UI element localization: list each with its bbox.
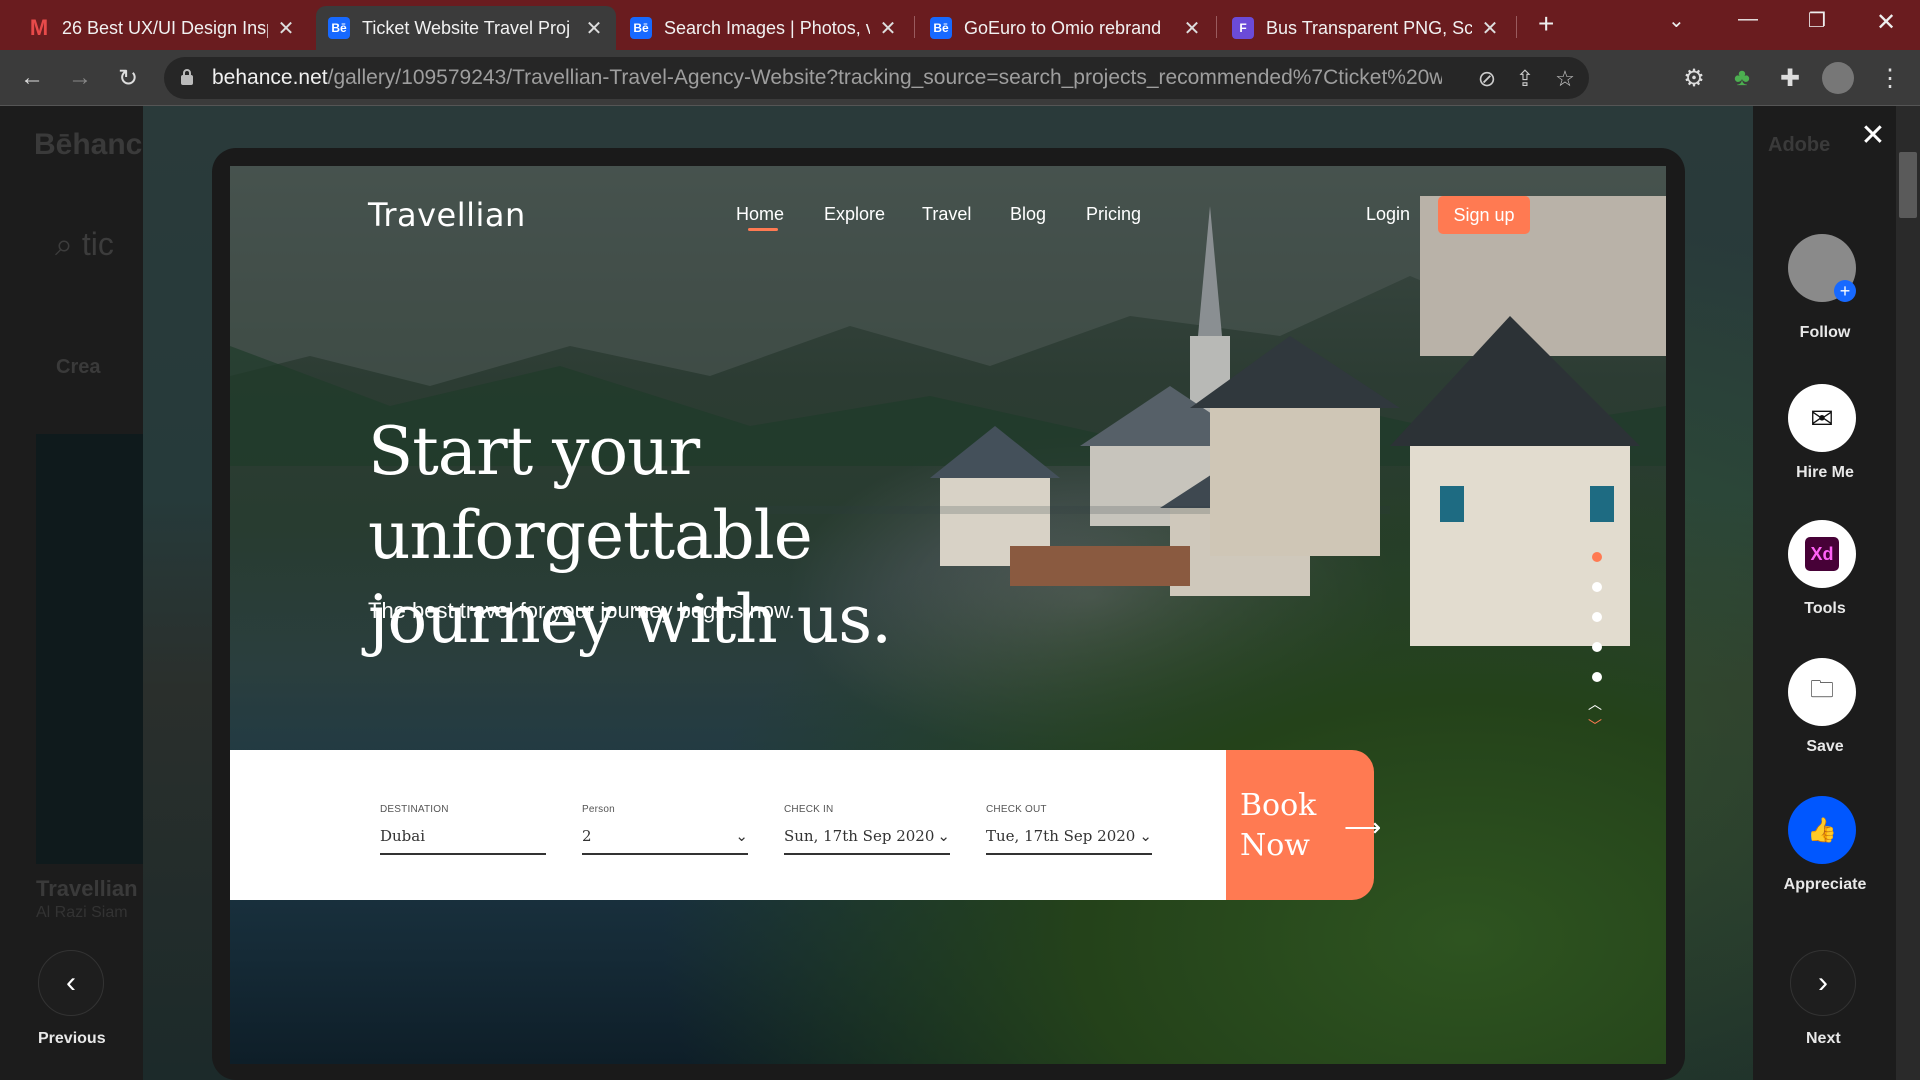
tab-separator xyxy=(914,16,915,38)
nav-blog[interactable]: Blog xyxy=(1010,204,1046,225)
background-create: Crea xyxy=(56,356,101,378)
slider-dot[interactable] xyxy=(1592,672,1602,682)
reload-icon[interactable]: ↻ xyxy=(112,62,144,94)
forward-icon[interactable]: → xyxy=(64,62,96,94)
save-button[interactable]: 🗀 xyxy=(1788,658,1856,726)
tab-gmail[interactable]: M 26 Best UX/UI Design Insp ✕ xyxy=(16,6,308,50)
hire-me-label: Hire Me xyxy=(1796,464,1854,481)
previous-button[interactable]: ‹ xyxy=(38,950,104,1016)
nav-active-indicator xyxy=(748,228,778,231)
chevron-down-icon: ⌄ xyxy=(937,827,950,845)
appreciate-label: Appreciate xyxy=(1783,876,1867,893)
nav-travel[interactable]: Travel xyxy=(922,204,971,225)
tools-button[interactable]: Xd xyxy=(1788,520,1856,588)
lock-icon xyxy=(181,69,193,85)
next-button[interactable]: › xyxy=(1790,950,1856,1016)
house-illustration xyxy=(1190,196,1666,646)
login-link[interactable]: Login xyxy=(1366,204,1410,225)
bookmark-star-icon[interactable]: ☆ xyxy=(1552,66,1578,92)
follow-label[interactable]: Follow xyxy=(1765,324,1885,342)
hero-headline: Start your unforgettable journey with us… xyxy=(368,413,892,658)
eye-off-icon[interactable]: ⊘ xyxy=(1474,66,1500,92)
tab-separator xyxy=(1216,16,1217,38)
chevron-down-icon: ⌄ xyxy=(735,827,748,845)
chevron-down-icon: ⌄ xyxy=(1139,827,1152,845)
tab-behance-search[interactable]: Bē Search Images | Photos, v ✕ xyxy=(618,6,910,50)
book-now-button[interactable]: Book Now ⟶ xyxy=(1226,750,1381,900)
previous-label: Previous xyxy=(38,1030,106,1047)
extension-gear-icon[interactable]: ⚙ xyxy=(1678,62,1710,94)
behance-icon: Bē xyxy=(930,17,952,39)
chevron-down-icon[interactable]: ﹀ xyxy=(1588,716,1602,736)
close-tab-icon[interactable]: ✕ xyxy=(584,16,604,41)
chevron-up-icon[interactable]: ︿ xyxy=(1588,694,1602,714)
tab-bus[interactable]: F Bus Transparent PNG, Sch ✕ xyxy=(1220,6,1512,50)
close-tab-icon[interactable]: ✕ xyxy=(276,16,296,41)
back-icon[interactable]: ← xyxy=(16,62,48,94)
signup-button[interactable]: Sign up xyxy=(1438,196,1530,234)
tab-behance-active[interactable]: Bē Ticket Website Travel Proj ✕ xyxy=(316,6,616,50)
behance-logo: Bēhance xyxy=(34,128,160,161)
menu-kebab-icon[interactable]: ⋮ xyxy=(1874,62,1906,94)
background-card-author: Al Razi Siam xyxy=(36,904,128,921)
tab-strip: M 26 Best UX/UI Design Insp ✕ Bē Ticket … xyxy=(0,0,1920,50)
tab-search-icon[interactable]: ⌄ xyxy=(1668,8,1685,33)
adobe-xd-icon: Xd xyxy=(1805,537,1839,571)
page-scrollbar[interactable] xyxy=(1896,106,1920,1080)
extension-tree-icon[interactable]: ♣ xyxy=(1726,62,1758,94)
close-tab-icon[interactable]: ✕ xyxy=(1480,16,1500,41)
checkin-select[interactable]: CHECK IN Sun, 17th Sep 2020 ⌄ xyxy=(784,804,950,855)
nav-home[interactable]: Home xyxy=(736,204,784,225)
booking-bar: DESTINATION Dubai Person 2 ⌄ CHECK IN Sun… xyxy=(230,750,1226,900)
tab-separator xyxy=(1516,16,1517,38)
appreciate-button[interactable]: 👍 xyxy=(1788,796,1856,864)
nav-pricing[interactable]: Pricing xyxy=(1086,204,1141,225)
slider-dot[interactable] xyxy=(1592,582,1602,592)
background-search: ⌕ tic xyxy=(55,226,114,262)
nav-explore[interactable]: Explore xyxy=(824,204,885,225)
close-tab-icon[interactable]: ✕ xyxy=(1182,16,1202,41)
travellian-logo[interactable]: Travellian xyxy=(368,196,526,234)
close-tab-icon[interactable]: ✕ xyxy=(878,16,898,41)
checkout-select[interactable]: CHECK OUT Tue, 17th Sep 2020 ⌄ xyxy=(986,804,1152,855)
background-project-card xyxy=(36,434,148,864)
background-card-title: Travellian xyxy=(36,876,138,901)
scrollbar-thumb[interactable] xyxy=(1899,152,1917,218)
address-bar[interactable]: behance.net/gallery/109579243/Travellian… xyxy=(164,57,1589,99)
browser-toolbar: ← → ↻ behance.net/gallery/109579243/Trav… xyxy=(0,50,1920,106)
tools-label: Tools xyxy=(1804,600,1846,617)
slider-dot[interactable] xyxy=(1592,612,1602,622)
close-window-icon[interactable]: ✕ xyxy=(1876,8,1896,37)
destination-field[interactable]: DESTINATION Dubai xyxy=(380,804,546,855)
tab-goeuro[interactable]: Bē GoEuro to Omio rebrand ✕ xyxy=(918,6,1214,50)
profile-avatar[interactable] xyxy=(1822,62,1854,94)
new-tab-button[interactable]: + xyxy=(1538,8,1554,40)
hero-section: Travellian Home Explore Travel Blog Pric… xyxy=(230,166,1666,1064)
thumbs-up-icon: 👍 xyxy=(1807,816,1837,844)
restore-icon[interactable]: ❐ xyxy=(1808,8,1826,33)
hero-subheadline: The best travel for your journey begins … xyxy=(368,598,795,623)
save-label: Save xyxy=(1806,738,1844,755)
freepng-icon: F xyxy=(1232,17,1254,39)
person-select[interactable]: Person 2 ⌄ xyxy=(582,804,748,855)
behance-icon: Bē xyxy=(630,17,652,39)
arrow-right-icon: ⟶ xyxy=(1344,812,1382,842)
behance-icon: Bē xyxy=(328,17,350,39)
project-actions-sidebar: + Follow ✉ Hire Me Xd Tools 🗀 Save 👍 App… xyxy=(1753,106,1920,1080)
minimize-icon[interactable]: — xyxy=(1738,8,1758,31)
gmail-icon: M xyxy=(29,15,49,40)
slider-dot[interactable] xyxy=(1592,642,1602,652)
slider-dot[interactable] xyxy=(1592,552,1602,562)
next-label: Next xyxy=(1806,1030,1841,1047)
folder-icon: 🗀 xyxy=(1810,675,1834,703)
creator-avatar[interactable]: + xyxy=(1788,234,1856,302)
hire-me-button[interactable]: ✉ xyxy=(1788,384,1856,452)
url-text: behance.net/gallery/109579243/Travellian… xyxy=(212,66,1442,89)
plus-icon: + xyxy=(1834,280,1856,302)
share-icon[interactable]: ⇪ xyxy=(1512,66,1538,92)
extensions-puzzle-icon[interactable]: ✚ xyxy=(1774,62,1806,94)
envelope-icon: ✉ xyxy=(1810,402,1834,434)
